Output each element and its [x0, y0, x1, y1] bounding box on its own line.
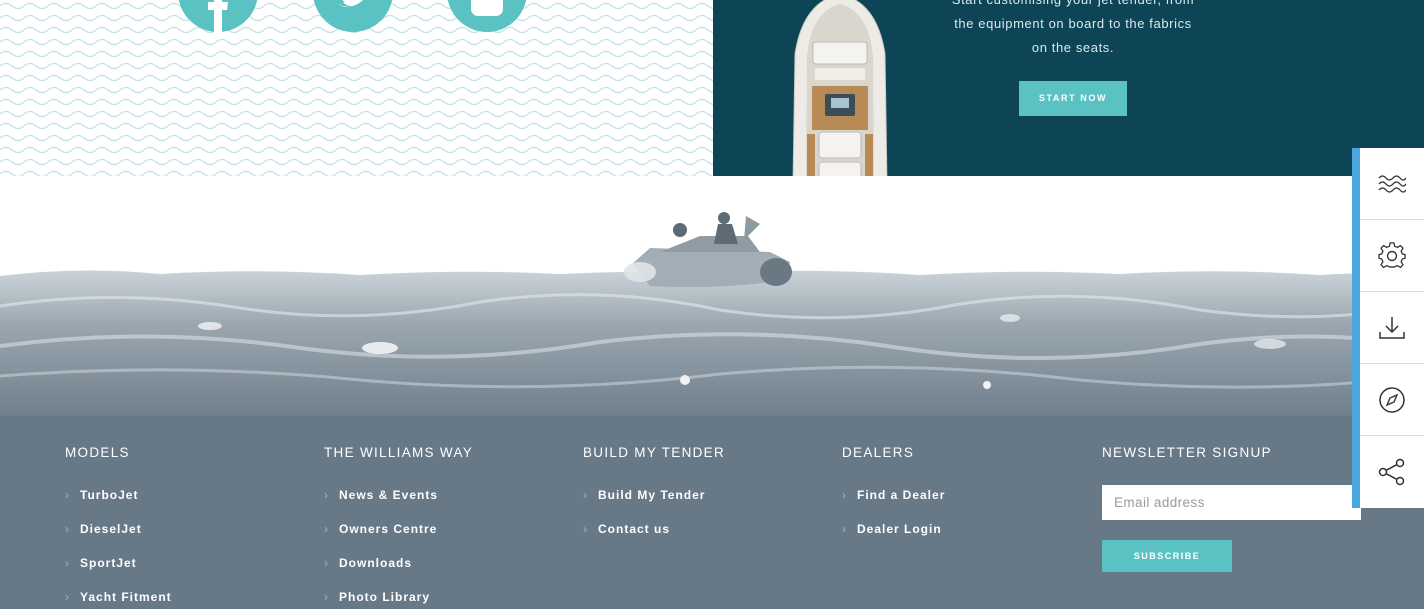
footer-link-owners-centre[interactable]: › Owners Centre — [324, 522, 473, 556]
share-icon — [1378, 458, 1405, 486]
facebook-button[interactable] — [178, 0, 258, 32]
footer-link-turbojet[interactable]: › TurboJet — [65, 488, 172, 522]
customise-panel: Start customising your jet tender, from … — [713, 0, 1424, 176]
newsletter-email-input[interactable] — [1102, 485, 1361, 520]
subscribe-button[interactable]: SUBSCRIBE — [1102, 540, 1232, 572]
footer-link-contact-us[interactable]: › Contact us — [583, 522, 725, 556]
gear-icon — [1378, 242, 1406, 269]
footer-heading-build-my-tender: BUILD MY TENDER — [583, 445, 726, 460]
footer-link-dealer-login[interactable]: › Dealer Login — [842, 522, 945, 556]
compass-icon — [1379, 387, 1405, 413]
social-section — [0, 0, 713, 176]
footer-column-newsletter: NEWSLETTER SIGNUP — [1102, 445, 1272, 488]
footer-heading-newsletter: NEWSLETTER SIGNUP — [1102, 445, 1272, 460]
customise-text: Start customising your jet tender, from … — [923, 0, 1223, 60]
footer-heading-dealers: DEALERS — [842, 445, 915, 460]
sea-boat-image — [0, 176, 1424, 426]
toolbar-compass-button[interactable] — [1360, 364, 1424, 436]
chevron-right-icon: › — [65, 522, 70, 536]
footer-column-models: MODELS › TurboJet › DieselJet › SportJet › Y… — [65, 445, 172, 609]
customise-text-line-2: the equipment on board to the fabrics — [954, 16, 1192, 31]
footer-link-dieseljet[interactable]: › DieselJet — [65, 522, 172, 556]
twitter-button[interactable] — [313, 0, 393, 32]
toolbar-share-button[interactable] — [1360, 436, 1424, 508]
footer: MODELS › TurboJet › DieselJet › SportJet › Y… — [0, 416, 1424, 609]
footer-link-build-my-tender[interactable]: › Build My Tender — [583, 488, 725, 522]
floating-toolbar — [1352, 148, 1424, 508]
footer-column-build-my-tender: BUILD MY TENDER › Build My Tender › Contac… — [583, 445, 725, 556]
footer-column-williams-way: THE WILLIAMS WAY › News & Events › Owners … — [324, 445, 473, 609]
footer-link-photo-library[interactable]: › Photo Library — [324, 590, 473, 609]
footer-link-yacht-fitment[interactable]: › Yacht Fitment — [65, 590, 172, 609]
youtube-icon — [471, 0, 503, 16]
start-now-button[interactable]: START NOW — [1019, 81, 1127, 116]
footer-column-dealers: DEALERS › Find a Dealer › Dealer Login — [842, 445, 945, 556]
chevron-right-icon: › — [324, 522, 329, 536]
footer-link-find-a-dealer[interactable]: › Find a Dealer — [842, 488, 945, 522]
chevron-right-icon: › — [583, 522, 588, 536]
chevron-right-icon: › — [842, 488, 847, 502]
chevron-right-icon: › — [324, 590, 329, 604]
customise-text-line-3: on the seats. — [1031, 40, 1115, 55]
youtube-button[interactable] — [447, 0, 527, 32]
footer-heading-williams-way: THE WILLIAMS WAY — [324, 445, 474, 460]
footer-link-downloads[interactable]: › Downloads — [324, 556, 473, 590]
facebook-icon — [208, 0, 228, 32]
chevron-right-icon: › — [324, 556, 329, 570]
toolbar-download-button[interactable] — [1360, 292, 1424, 364]
chevron-right-icon: › — [65, 556, 70, 570]
download-icon — [1379, 317, 1405, 339]
waves-icon — [1378, 175, 1406, 193]
toolbar-settings-button[interactable] — [1360, 220, 1424, 292]
customise-text-line-1: Start customising your jet tender, from — [923, 0, 1223, 12]
footer-heading-models: MODELS — [65, 445, 130, 460]
chevron-right-icon: › — [324, 488, 329, 502]
twitter-icon — [335, 0, 363, 7]
boat-top-view-image — [792, 0, 888, 176]
page: Start customising your jet tender, from … — [0, 0, 1424, 609]
footer-link-news-events[interactable]: › News & Events — [324, 488, 473, 522]
chevron-right-icon: › — [65, 590, 70, 604]
chevron-right-icon: › — [65, 488, 70, 502]
footer-link-sportjet[interactable]: › SportJet — [65, 556, 172, 590]
toolbar-waves-button[interactable] — [1360, 148, 1424, 220]
chevron-right-icon: › — [583, 488, 588, 502]
chevron-right-icon: › — [842, 522, 847, 536]
